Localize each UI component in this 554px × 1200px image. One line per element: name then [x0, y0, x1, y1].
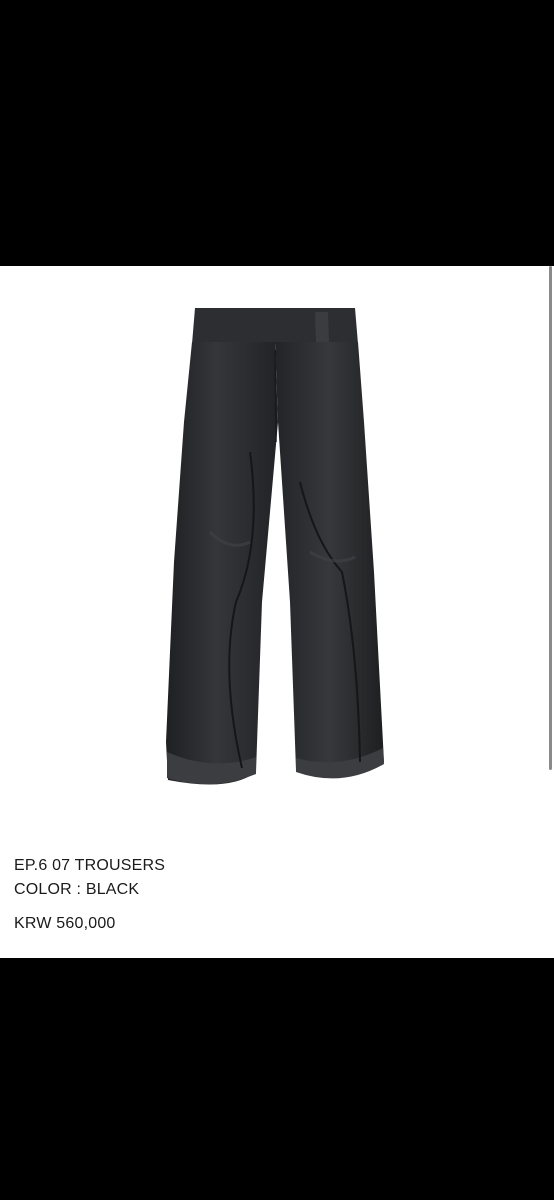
screenshot-viewer: EP.6 07 TROUSERS COLOR : BLACK KRW 560,0…: [0, 0, 554, 1200]
product-name: EP.6 07 TROUSERS: [14, 857, 166, 874]
trousers-icon: [166, 308, 384, 785]
letterbox-top: [0, 0, 554, 266]
product-color: COLOR : BLACK: [14, 881, 140, 898]
product-page[interactable]: EP.6 07 TROUSERS COLOR : BLACK KRW 560,0…: [0, 266, 554, 958]
scrollbar[interactable]: [549, 266, 552, 770]
letterbox-bottom: [0, 958, 554, 1200]
product-image[interactable]: [150, 302, 400, 812]
product-price: KRW 560,000: [14, 915, 116, 932]
